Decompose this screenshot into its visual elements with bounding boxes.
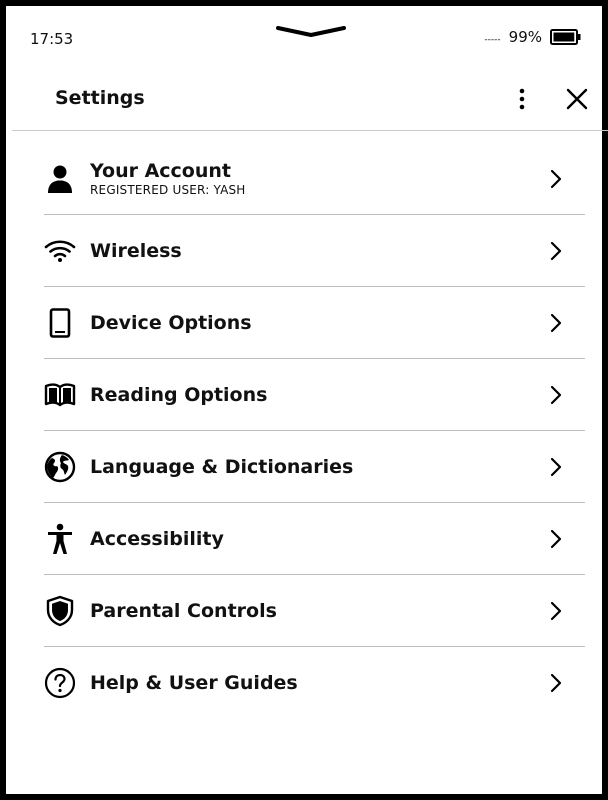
settings-item-label: Reading Options [90, 383, 268, 406]
device-frame: 17:53 ----- 99% Settings Your Account RE… [0, 0, 608, 800]
battery-percent: 99% [508, 28, 542, 46]
chevron-right-icon [549, 240, 563, 262]
device-icon [44, 307, 76, 339]
chevron-right-icon [549, 168, 563, 190]
pull-down-handle-icon[interactable] [276, 24, 346, 38]
settings-item-label: Language & Dictionaries [90, 455, 354, 478]
settings-item-label: Device Options [90, 311, 252, 334]
battery-icon [550, 29, 582, 45]
settings-item-your-account[interactable]: Your Account REGISTERED USER: YASH [44, 143, 585, 215]
settings-item-reading-options[interactable]: Reading Options [44, 359, 585, 431]
settings-item-language-dictionaries[interactable]: Language & Dictionaries [44, 431, 585, 503]
settings-list: Your Account REGISTERED USER: YASH Wirel… [44, 143, 585, 718]
status-indicators: ----- 99% [484, 28, 582, 46]
wifi-icon [44, 235, 76, 267]
shield-icon [44, 595, 76, 627]
chevron-right-icon [549, 528, 563, 550]
settings-item-label: Wireless [90, 239, 182, 262]
settings-header: Settings [12, 68, 608, 131]
help-icon [44, 667, 76, 699]
settings-item-label: Your Account [90, 159, 231, 182]
chevron-right-icon [549, 312, 563, 334]
page-title: Settings [55, 87, 145, 109]
settings-item-label: Accessibility [90, 527, 224, 550]
accessibility-icon [44, 523, 76, 555]
signal-dashes: ----- [484, 35, 501, 45]
more-vertical-icon[interactable] [512, 86, 532, 112]
close-icon[interactable] [564, 86, 590, 112]
settings-item-label: Parental Controls [90, 599, 277, 622]
settings-item-wireless[interactable]: Wireless [44, 215, 585, 287]
chevron-right-icon [549, 384, 563, 406]
book-icon [44, 379, 76, 411]
settings-item-accessibility[interactable]: Accessibility [44, 503, 585, 575]
chevron-right-icon [549, 672, 563, 694]
settings-item-help-user-guides[interactable]: Help & User Guides [44, 647, 585, 718]
person-icon [44, 163, 76, 195]
settings-item-device-options[interactable]: Device Options [44, 287, 585, 359]
registered-user-label: REGISTERED USER: YASH [90, 182, 246, 197]
chevron-right-icon [549, 600, 563, 622]
chevron-right-icon [549, 456, 563, 478]
settings-item-label: Help & User Guides [90, 671, 298, 694]
settings-item-parental-controls[interactable]: Parental Controls [44, 575, 585, 647]
status-time: 17:53 [30, 30, 74, 48]
globe-icon [44, 451, 76, 483]
